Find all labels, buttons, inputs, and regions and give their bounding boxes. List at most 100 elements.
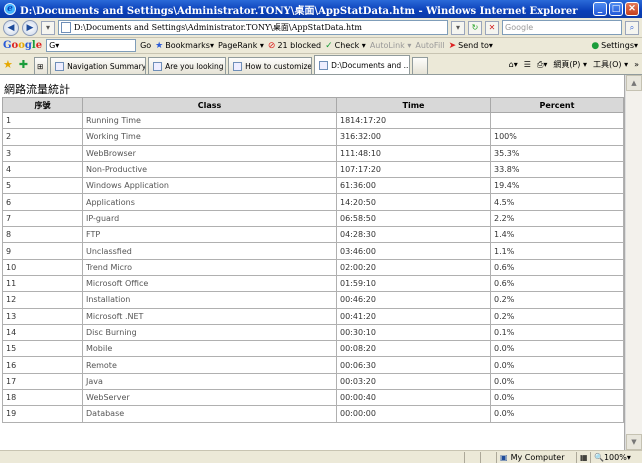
cell-index: 12 (2, 291, 83, 309)
window-titlebar: e D:\Documents and Settings\Administrato… (0, 0, 642, 18)
bookmarks-button[interactable]: ★ Bookmarks▾ (155, 41, 214, 51)
autofill-button[interactable]: AutoFill (415, 41, 444, 50)
add-favorite-icon[interactable]: ✚ (19, 58, 28, 71)
cell-index: 17 (2, 372, 83, 391)
cell-class: Microsoft .NET (82, 307, 337, 325)
table-row: 2 Working Time 316:32:00 100% (2, 128, 624, 146)
address-bar-row: ◀ ▶ ▾ D:\Documents and Settings\Administ… (0, 18, 642, 38)
google-go-button[interactable]: Go (140, 41, 151, 50)
feeds-icon[interactable]: ☰ (524, 60, 531, 69)
page-menu[interactable]: 網頁(P) ▾ (553, 59, 587, 70)
table-row: 10 Trend Micro 02:00:20 0.6% (2, 258, 624, 276)
search-icon[interactable]: ⌕ (625, 20, 639, 35)
table-row: 18 WebServer 00:00:40 0.0% (2, 389, 624, 407)
cell-class: Non-Productive (82, 160, 337, 179)
table-row: 16 Remote 00:06:30 0.0% (2, 356, 624, 374)
tools-menu[interactable]: 工具(O) ▾ (593, 59, 628, 70)
col-header-percent: Percent (490, 97, 624, 113)
stop-icon[interactable]: ✕ (485, 20, 499, 35)
col-header-class: Class (82, 97, 337, 113)
tab-navigation-summary[interactable]: Navigation Summary: ... (50, 57, 147, 74)
minimize-button[interactable]: _ (593, 2, 607, 16)
cell-time: 00:41:20 (336, 307, 491, 325)
address-input[interactable]: D:\Documents and Settings\Administrator.… (58, 20, 448, 35)
sendto-button[interactable]: ➤ Send to▾ (449, 41, 493, 51)
blocked-icon: ⊘ (267, 40, 276, 51)
cell-index: 6 (2, 193, 83, 211)
address-url: D:\Documents and Settings\Administrator.… (74, 23, 362, 32)
close-button[interactable]: ✕ (625, 2, 639, 16)
new-tab-button[interactable] (412, 57, 429, 74)
spellcheck-button[interactable]: ✓ Check ▾ (325, 41, 366, 51)
cell-index: 10 (2, 258, 83, 276)
cell-index: 18 (2, 389, 83, 407)
security-zone: ▣ My Computer (496, 451, 576, 463)
cell-class: Mobile (82, 340, 337, 358)
cell-class: Trend Micro (82, 258, 337, 276)
cell-time: 111:48:10 (336, 144, 491, 162)
scroll-up-icon[interactable]: ▲ (626, 75, 642, 91)
quick-tabs-icon: ⊞ (37, 61, 44, 71)
page-content: 網路流量統計 序號 Class Time Percent 1 Running Ti… (0, 75, 625, 450)
refresh-icon[interactable]: ↻ (468, 20, 482, 35)
maximize-button[interactable]: □ (609, 2, 623, 16)
cell-class: Working Time (82, 128, 337, 146)
google-settings-button[interactable]: ● Settings▾ (591, 41, 642, 51)
table-row: 4 Non-Productive 107:17:20 33.8% (2, 160, 624, 179)
google-logo: Google (3, 40, 43, 51)
cell-index: 14 (2, 323, 83, 342)
cell-class: Remote (82, 356, 337, 374)
col-header-index: 序號 (2, 97, 83, 113)
table-row: 7 IP-guard 06:58:50 2.2% (2, 209, 624, 228)
cell-percent: 0.2% (490, 307, 624, 325)
back-button[interactable]: ◀ (3, 19, 19, 36)
search-input[interactable]: Google (502, 20, 622, 35)
cell-percent: 0.0% (490, 389, 624, 407)
cell-percent: 35.3% (490, 144, 624, 162)
page-icon (61, 22, 71, 33)
cell-index: 5 (2, 177, 83, 195)
ie-logo-icon: e (4, 3, 16, 15)
cell-index: 4 (2, 160, 83, 179)
settings-icon: ● (591, 40, 600, 51)
home-icon[interactable]: ⌂▾ (509, 60, 518, 69)
history-dropdown-icon[interactable]: ▾ (41, 20, 55, 35)
cell-class: Windows Application (82, 177, 337, 195)
table-body: 1 Running Time 1814:17:20 2 Working Time 316:… (2, 111, 624, 423)
table-row: 14 Disc Burning 00:30:10 0.1% (2, 323, 624, 342)
google-search-input[interactable]: G▾ (46, 39, 137, 52)
forward-button[interactable]: ▶ (22, 19, 38, 36)
cell-class: WebBrowser (82, 144, 337, 162)
cell-percent: 0.6% (490, 258, 624, 276)
cell-index: 1 (2, 111, 83, 130)
print-icon[interactable]: ⎙▾ (537, 60, 547, 70)
autolink-button[interactable]: AutoLink ▾ (370, 41, 412, 50)
cell-class: Applications (82, 193, 337, 211)
cell-percent: 4.5% (490, 193, 624, 211)
cell-time: 00:08:20 (336, 340, 491, 358)
quick-tabs-button[interactable]: ⊞ (34, 57, 49, 74)
table-row: 5 Windows Application 61:36:00 19.4% (2, 177, 624, 195)
cell-time: 00:00:00 (336, 405, 491, 423)
cell-index: 16 (2, 356, 83, 374)
toolbar-overflow-icon[interactable]: » (634, 60, 639, 69)
address-dropdown-icon[interactable]: ▾ (451, 20, 465, 35)
send-icon: ➤ (448, 40, 457, 51)
vertical-scrollbar[interactable]: ▲ ▼ (625, 75, 642, 450)
favorites-icon[interactable]: ★ (3, 58, 13, 71)
scroll-down-icon[interactable]: ▼ (626, 434, 642, 450)
pagerank-button[interactable]: PageRank ▾ (218, 41, 264, 50)
table-row: 12 Installation 00:46:20 0.2% (2, 291, 624, 309)
cell-index: 8 (2, 226, 83, 244)
popup-blocker-button[interactable]: ⊘ 21 blocked (268, 41, 321, 51)
tab-are-you-looking[interactable]: Are you looking for a ... (148, 57, 227, 74)
cell-time: 1814:17:20 (336, 111, 491, 130)
computer-icon: ▣ (500, 452, 508, 462)
tab-how-to-customize[interactable]: How to customize the ... (228, 57, 313, 74)
tab-appstatdata[interactable]: D:\Documents and ...✕ (314, 55, 411, 74)
cell-time: 00:46:20 (336, 291, 491, 309)
page-heading: 網路流量統計 (4, 83, 70, 96)
cell-time: 01:59:10 (336, 274, 491, 293)
zoom-icon: 🔍 (594, 452, 604, 462)
zoom-control[interactable]: 🔍 100% ▾ (590, 451, 642, 463)
